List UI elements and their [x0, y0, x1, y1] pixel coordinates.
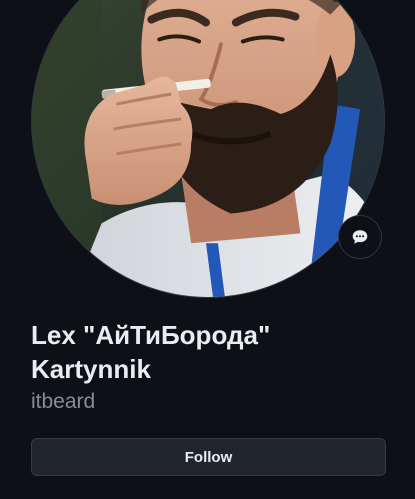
status-button[interactable]: [338, 215, 382, 259]
profile-username: itbeard: [31, 390, 96, 413]
profile-fullname: Lex "АйТиБорода" Kartynnik: [31, 318, 391, 386]
speech-bubble-icon: [352, 230, 368, 244]
profile-fullname-line2: Kartynnik: [31, 354, 151, 384]
profile-names: Lex "АйТиБорода" Kartynnik itbeard: [31, 318, 391, 416]
profile-sidebar: Lex "АйТиБорода" Kartynnik itbeard Follo…: [0, 0, 415, 499]
profile-fullname-line1: Lex "АйТиБорода": [31, 320, 271, 350]
avatar-photo: [32, 0, 384, 297]
avatar[interactable]: [31, 0, 385, 298]
follow-button[interactable]: Follow: [31, 438, 386, 476]
